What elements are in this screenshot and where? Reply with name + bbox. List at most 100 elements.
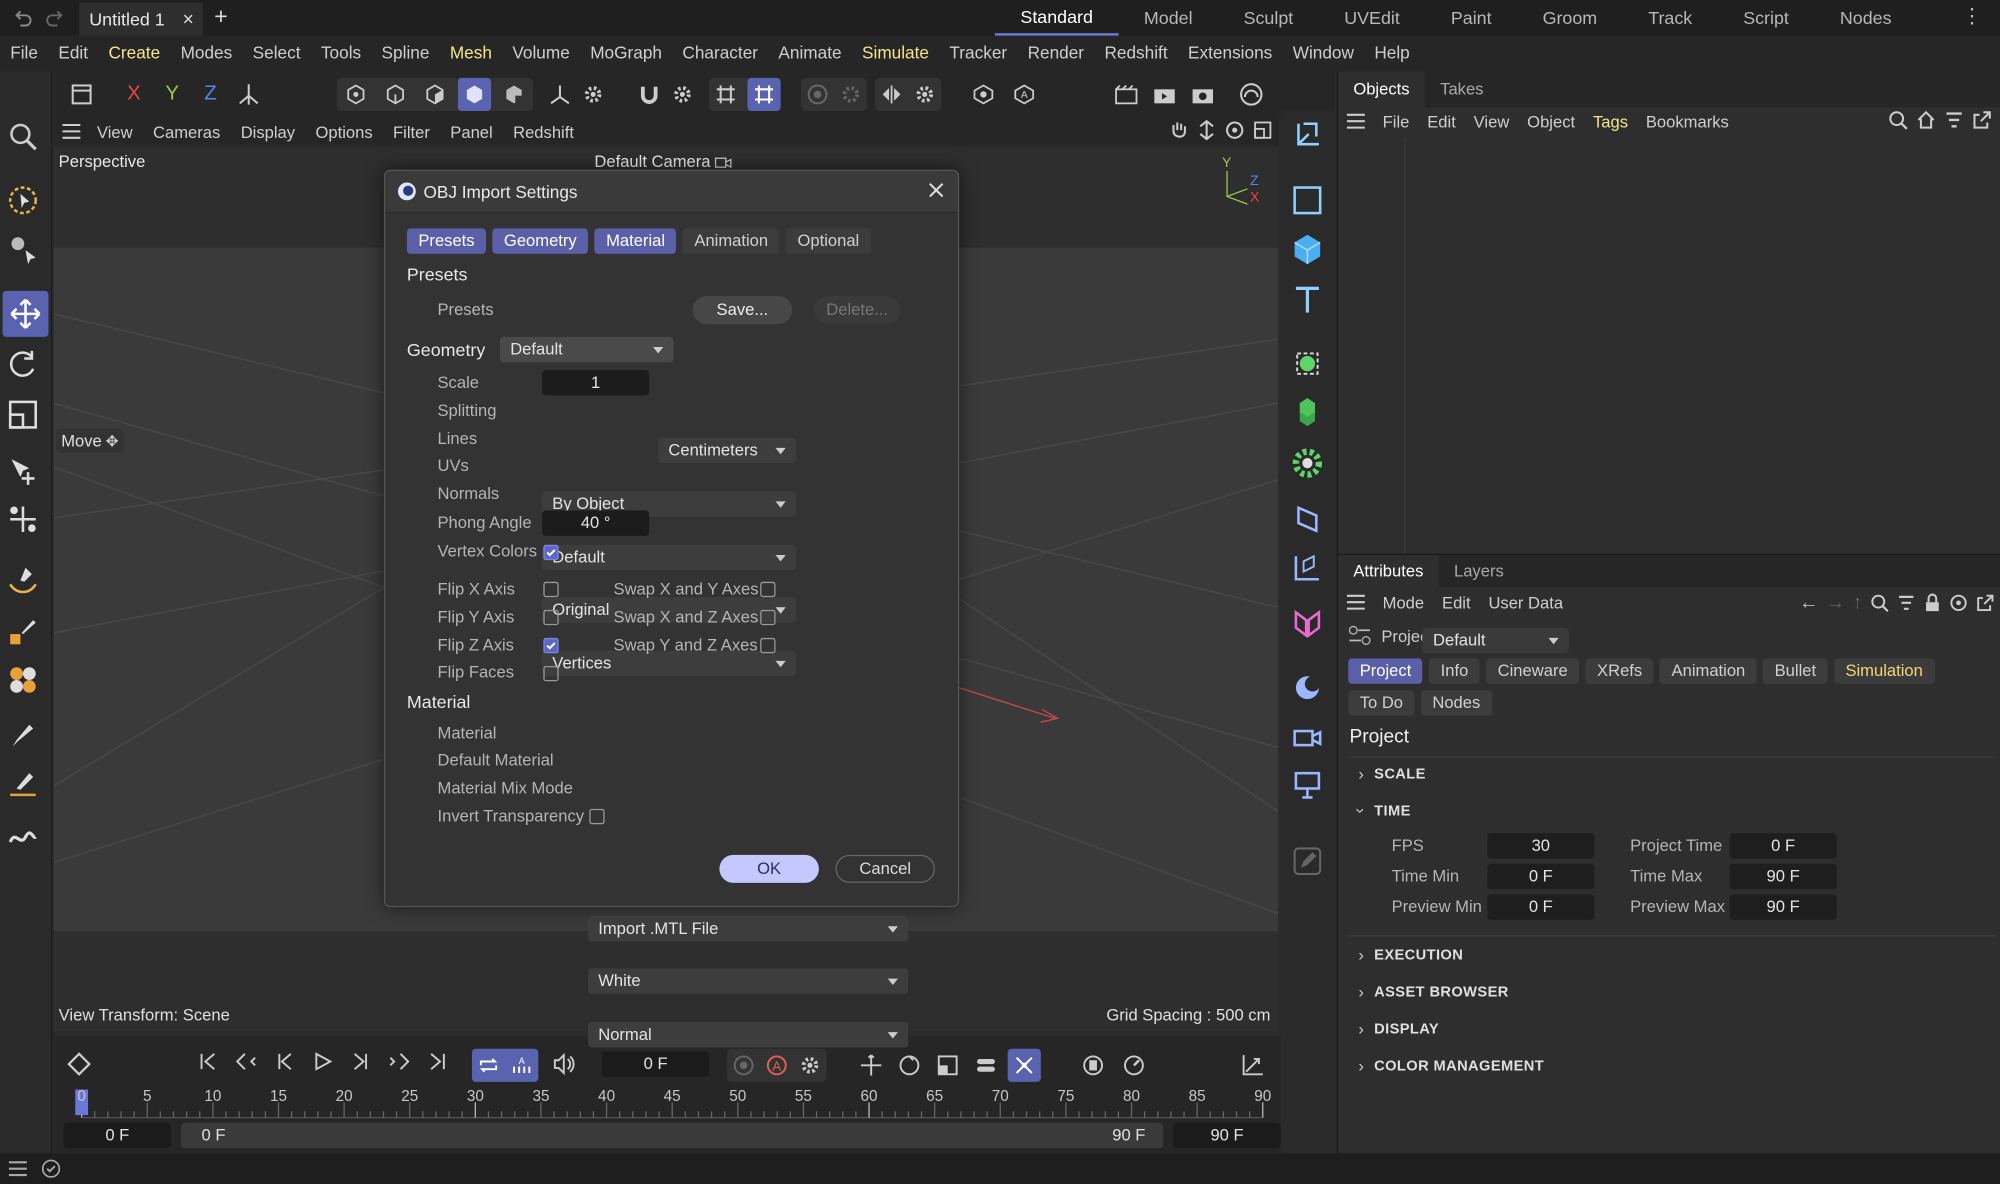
up-arrow-icon[interactable]: ↑ (1853, 592, 1863, 614)
attr-tab-bullet[interactable]: Bullet (1763, 658, 1828, 684)
tab-objects[interactable]: Objects (1338, 71, 1425, 108)
y-axis-button[interactable]: Y (156, 78, 189, 111)
attributes-hamburger-icon[interactable] (1346, 593, 1366, 611)
key-position-icon[interactable] (855, 1049, 888, 1082)
dolly-icon[interactable] (1196, 119, 1216, 141)
material-mix-mode-dropdown[interactable]: Normal (588, 1021, 909, 1048)
flip-faces-checkbox[interactable] (543, 665, 559, 682)
viewport-menu-panel[interactable]: Panel (440, 122, 503, 141)
menu-extensions[interactable]: Extensions (1178, 36, 1283, 72)
layout-standard[interactable]: Standard (994, 0, 1119, 36)
effector-gear-icon[interactable] (1291, 447, 1324, 480)
coordinate-system-icon[interactable] (232, 78, 265, 111)
camera-label[interactable]: Default Camera (594, 152, 732, 171)
menu-tools[interactable]: Tools (311, 36, 372, 72)
lock-icon[interactable] (1923, 593, 1941, 612)
attr-tab-to-do[interactable]: To Do (1348, 690, 1415, 716)
transform-tool-icon[interactable] (6, 454, 39, 487)
menu-animate[interactable]: Animate (768, 36, 852, 72)
new-window-icon[interactable] (1972, 110, 1992, 130)
layout-track[interactable]: Track (1623, 1, 1718, 34)
workplane-snap-icon[interactable] (747, 77, 781, 111)
menu-modes[interactable]: Modes (170, 36, 242, 72)
objects-menu-file[interactable]: File (1374, 112, 1419, 131)
attr-tab-animation[interactable]: Animation (1660, 658, 1757, 684)
tab-takes[interactable]: Takes (1425, 71, 1499, 107)
attributes-preset-dropdown[interactable]: Default (1422, 627, 1570, 654)
camera-object-icon[interactable] (1291, 720, 1324, 753)
pan-hand-icon[interactable] (1168, 120, 1188, 140)
time-max-field[interactable]: 90 F (1729, 863, 1837, 890)
keyframe-icon[interactable] (66, 1051, 92, 1077)
menu-mograph[interactable]: MoGraph (580, 36, 672, 72)
viewport-menu-display[interactable]: Display (230, 122, 305, 141)
back-arrow-icon[interactable]: ← (1799, 592, 1818, 614)
viewport-menu-filter[interactable]: Filter (383, 122, 440, 141)
spline-rectangle-icon[interactable] (1291, 184, 1324, 217)
menu-character[interactable]: Character (672, 36, 768, 72)
attr-tab-info[interactable]: Info (1429, 658, 1480, 684)
attributes-menu-user-data[interactable]: User Data (1480, 593, 1573, 612)
swap-xy-checkbox[interactable] (760, 581, 776, 598)
undo-icon[interactable] (13, 8, 33, 28)
delete-preset-button[interactable]: Delete... (813, 295, 901, 325)
subdivision-icon[interactable] (1291, 347, 1324, 380)
save-preset-button[interactable]: Save... (692, 295, 793, 325)
render-view-icon[interactable] (1148, 78, 1181, 111)
symmetry-gear-icon[interactable] (908, 78, 941, 111)
search-attributes-icon[interactable] (1870, 593, 1889, 612)
attributes-menu-edit[interactable]: Edit (1433, 593, 1479, 612)
key-parameter-icon[interactable] (969, 1049, 1002, 1082)
play-icon[interactable] (304, 1051, 342, 1071)
attr-tab-nodes[interactable]: Nodes (1420, 690, 1492, 716)
viewport-menu-cameras[interactable]: Cameras (143, 122, 231, 141)
x-axis-button[interactable]: X (117, 78, 150, 111)
text-object-icon[interactable] (1291, 283, 1324, 316)
loop-icon[interactable] (472, 1049, 505, 1082)
add-tab-button[interactable]: + (214, 4, 227, 31)
section-scale[interactable]: › SCALE (1358, 764, 1425, 783)
menu-file[interactable]: File (0, 36, 48, 72)
scale-field[interactable]: 1 (542, 369, 650, 396)
section-time[interactable]: › TIME (1352, 801, 1411, 820)
forward-arrow-icon[interactable]: → (1826, 592, 1845, 614)
previous-frame-icon[interactable] (265, 1051, 303, 1071)
attr-tab-simulation[interactable]: Simulation (1833, 658, 1935, 684)
soft-selection-gear-icon[interactable] (834, 78, 867, 111)
generator-icon[interactable] (1291, 607, 1324, 640)
layout-nodes[interactable]: Nodes (1814, 1, 1917, 34)
menu-create[interactable]: Create (98, 36, 170, 72)
swap-yz-checkbox[interactable] (760, 637, 776, 654)
move-hud[interactable]: Move ✥ (56, 428, 124, 453)
menu-redshift[interactable]: Redshift (1094, 36, 1178, 72)
section-display[interactable]: › DISPLAY (1358, 1019, 1439, 1038)
motion-system-icon[interactable] (1077, 1049, 1110, 1082)
next-frame-icon[interactable] (342, 1051, 380, 1071)
frame-ruler[interactable]: 0 5 10 15 20 25 30 35 40 45 50 55 60 65 70 75 80 85 90 (54, 1084, 1281, 1120)
end-frame-field[interactable]: 90 F (1173, 1122, 1281, 1149)
layout-groom[interactable]: Groom (1517, 1, 1623, 34)
material-dropdown[interactable]: Import .MTL File (588, 916, 909, 942)
brush-icon[interactable] (6, 615, 39, 648)
dialog-tab-presets[interactable]: Presets (406, 228, 487, 254)
section-execution[interactable]: › EXECUTION (1358, 945, 1463, 964)
objects-menu-object[interactable]: Object (1518, 112, 1584, 131)
invert-transparency-checkbox[interactable] (589, 808, 605, 825)
dialog-tab-geometry[interactable]: Geometry (492, 228, 589, 254)
search-icon[interactable] (6, 120, 39, 153)
motion-settings-icon[interactable] (1117, 1049, 1150, 1082)
next-key-icon[interactable] (380, 1051, 418, 1071)
menu-spline[interactable]: Spline (371, 36, 439, 72)
uv-mode-icon[interactable] (497, 78, 530, 111)
status-check-icon[interactable] (41, 1158, 61, 1178)
vertex-colors-checkbox[interactable] (543, 544, 559, 561)
key-scale-icon[interactable] (931, 1049, 964, 1082)
presets-dropdown[interactable]: Default (499, 336, 674, 363)
cancel-button[interactable]: Cancel (835, 854, 935, 883)
rotate-tool-icon[interactable] (6, 347, 39, 380)
axis-snap-icon[interactable] (543, 78, 576, 111)
menu-help[interactable]: Help (1364, 36, 1420, 72)
layout-uvedit[interactable]: UVEdit (1319, 1, 1426, 34)
menu-tracker[interactable]: Tracker (939, 36, 1017, 72)
go-to-end-icon[interactable] (418, 1051, 456, 1071)
